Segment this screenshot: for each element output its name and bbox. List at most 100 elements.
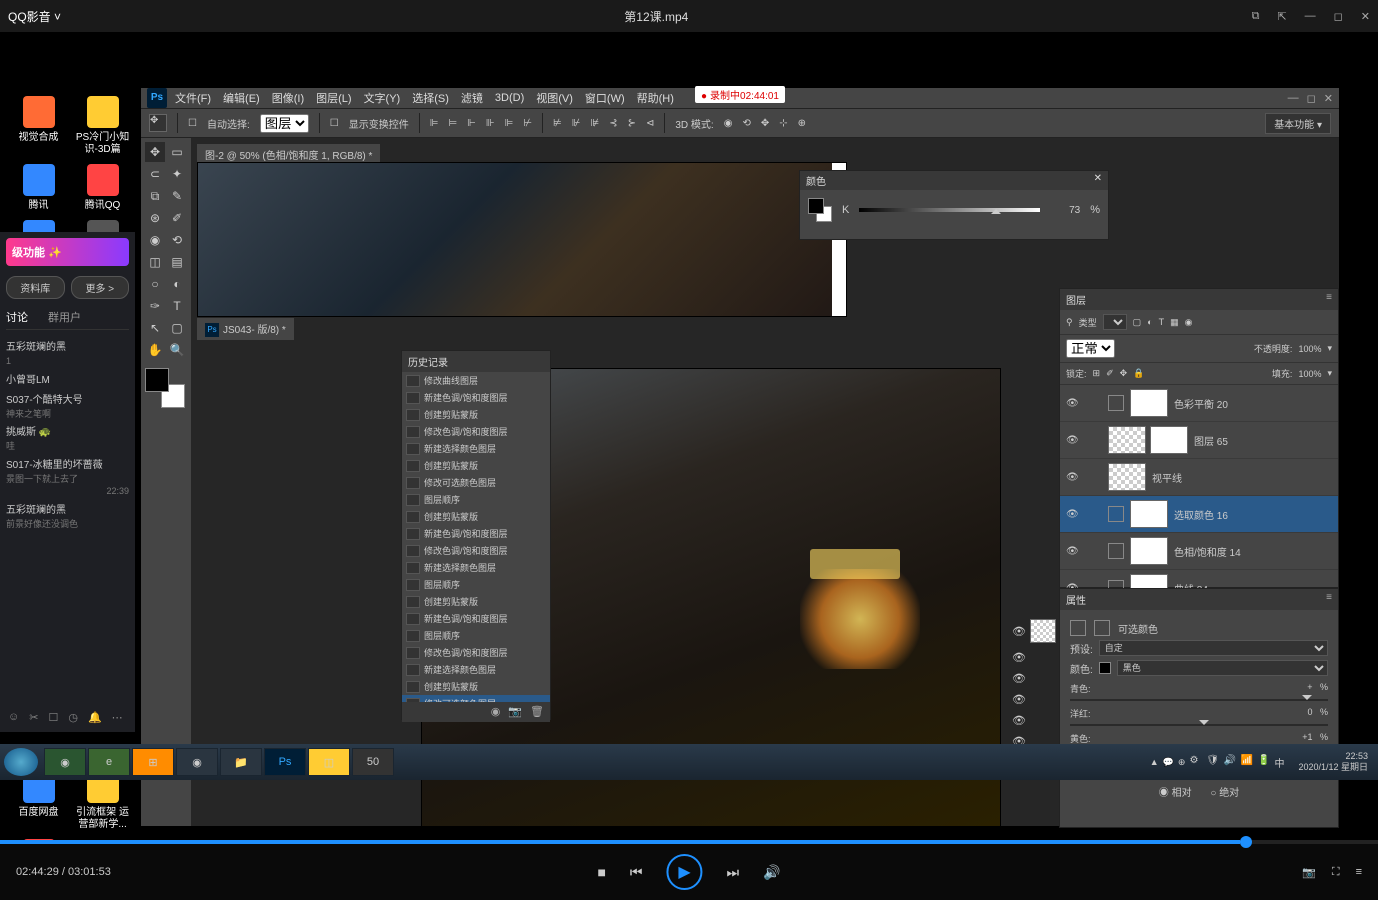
chat-item[interactable]: 五彩斑斓的黑前景好像还没调色: [6, 501, 129, 534]
color-swatches[interactable]: [145, 368, 185, 408]
menu-select[interactable]: 选择(S): [412, 90, 449, 106]
more-icon[interactable]: ⋯: [112, 711, 123, 724]
visibility-icon[interactable]: 👁: [1012, 693, 1026, 706]
path-tool[interactable]: ↖: [145, 318, 165, 338]
menu-help[interactable]: 帮助(H): [637, 90, 674, 106]
stop-button[interactable]: ■: [597, 864, 605, 880]
layers-panel-menu-icon[interactable]: ≡: [1326, 292, 1332, 307]
property-slider[interactable]: 青色:+ %: [1070, 682, 1328, 701]
taskbar-clock[interactable]: 22:53 2020/1/12 星期日: [1292, 751, 1374, 773]
blend-mode-dropdown[interactable]: 正常: [1066, 339, 1115, 358]
blur-tool[interactable]: ○: [145, 274, 165, 294]
taskbar-app[interactable]: e: [88, 748, 130, 776]
lock-icon[interactable]: 🔒: [1133, 368, 1144, 379]
desktop-icon[interactable]: 视觉合成: [11, 96, 66, 144]
3d-icon[interactable]: ✥: [761, 118, 769, 129]
chat-item[interactable]: 五彩斑斓的黑1: [6, 338, 129, 371]
taskbar-app[interactable]: ◉: [44, 748, 86, 776]
next-button[interactable]: ⏭: [727, 864, 740, 881]
history-item[interactable]: 修改曲线图层: [402, 372, 550, 389]
menu-file[interactable]: 文件(F): [175, 90, 211, 106]
dodge-tool[interactable]: ◐: [167, 274, 187, 294]
filter-icon[interactable]: ▢: [1133, 317, 1142, 328]
history-item[interactable]: 修改色调/饱和度图层: [402, 542, 550, 559]
menu-3d[interactable]: 3D(D): [495, 92, 524, 104]
lock-icon[interactable]: ⊞: [1093, 368, 1101, 379]
desktop-icon[interactable]: 腾讯: [11, 164, 66, 212]
lock-icon[interactable]: ✐: [1106, 368, 1114, 379]
history-item[interactable]: 创建剪贴蒙版: [402, 678, 550, 695]
history-item[interactable]: 修改可选颜色图层: [402, 695, 550, 702]
menu-image[interactable]: 图像(I): [272, 90, 304, 106]
tab-members[interactable]: 群用户: [48, 309, 81, 325]
menu-type[interactable]: 文字(Y): [364, 90, 401, 106]
layer-row[interactable]: 👁选取颜色 16: [1060, 496, 1338, 533]
ps-close-icon[interactable]: ✕: [1324, 92, 1333, 105]
heal-tool[interactable]: ⊛: [145, 208, 165, 228]
visibility-icon[interactable]: 👁: [1066, 509, 1080, 520]
menu-edit[interactable]: 编辑(E): [223, 90, 260, 106]
history-item[interactable]: 创建剪贴蒙版: [402, 593, 550, 610]
visibility-icon[interactable]: 👁: [1066, 546, 1080, 557]
taskbar-app[interactable]: ◉: [176, 748, 218, 776]
color-swatch[interactable]: [808, 198, 832, 222]
move-tool[interactable]: ✥: [145, 142, 165, 162]
visibility-icon[interactable]: 👁: [1012, 625, 1026, 638]
chat-item[interactable]: S037-个酷特大号神来之笔啊: [6, 391, 129, 424]
move-tool-icon[interactable]: ✥: [149, 114, 167, 132]
pen-tool[interactable]: ✑: [145, 296, 165, 316]
distribute-icon[interactable]: ⊰: [609, 118, 617, 129]
more-button[interactable]: 更多 >: [71, 276, 130, 299]
visibility-icon[interactable]: 👁: [1012, 714, 1026, 727]
history-item[interactable]: 新建色调/饱和度图层: [402, 610, 550, 627]
crop-tool[interactable]: ⧉: [145, 186, 165, 206]
side-banner[interactable]: 级功能 ✨: [6, 238, 129, 266]
calendar-icon[interactable]: ☐: [48, 711, 58, 724]
minimize-icon[interactable]: —: [1305, 10, 1316, 23]
pin-icon[interactable]: ⇱: [1277, 10, 1286, 23]
align-icon[interactable]: ⊬: [523, 118, 532, 129]
tray-icon[interactable]: 中: [1274, 755, 1288, 769]
history-item[interactable]: 图层顺序: [402, 627, 550, 644]
k-slider[interactable]: [859, 208, 1040, 212]
maximize-icon[interactable]: ◻: [1334, 10, 1343, 23]
prev-button[interactable]: ⏮: [630, 864, 643, 881]
ps-minimize-icon[interactable]: —: [1288, 92, 1299, 105]
menu-view[interactable]: 视图(V): [536, 90, 573, 106]
progress-bar[interactable]: [0, 840, 1378, 844]
property-slider[interactable]: 洋红:0 %: [1070, 707, 1328, 726]
color-panel-close-icon[interactable]: ✕: [1094, 173, 1102, 188]
auto-select-dropdown[interactable]: 图层: [260, 114, 309, 133]
visibility-icon[interactable]: 👁: [1066, 472, 1080, 483]
align-icon[interactable]: ⊨: [448, 118, 457, 129]
desktop-icon[interactable]: PS冷门小知识-3D篇: [75, 96, 130, 156]
history-snap-icon[interactable]: 📷: [508, 705, 522, 719]
tray-up-icon[interactable]: ▲: [1150, 757, 1159, 767]
marquee-tool[interactable]: ▭: [167, 142, 187, 162]
close-icon[interactable]: ✕: [1361, 10, 1370, 23]
distribute-icon[interactable]: ⊲: [646, 118, 654, 129]
absolute-radio[interactable]: ○ 绝对: [1210, 788, 1239, 799]
chat-item[interactable]: 挑威斯 🐢哇: [6, 423, 129, 456]
workspace-dropdown[interactable]: 基本功能 ▾: [1265, 113, 1331, 134]
document-tab-2[interactable]: PsJS043- 版/8) *: [197, 318, 294, 340]
emoji-icon[interactable]: ☺: [8, 711, 19, 724]
layer-row[interactable]: 👁视平线: [1060, 459, 1338, 496]
chat-item[interactable]: S017-冰糖里的坏蔷薇景图一下就上去了22:39: [6, 456, 129, 501]
canvas-image-1[interactable]: [197, 162, 847, 317]
taskbar-app-photoshop[interactable]: Ps: [264, 748, 306, 776]
taskbar-app[interactable]: ⊞: [132, 748, 174, 776]
history-item[interactable]: 新建选择颜色图层: [402, 661, 550, 678]
3d-icon[interactable]: ⟲: [742, 118, 750, 129]
visibility-icon[interactable]: 👁: [1066, 435, 1080, 446]
stamp-tool[interactable]: ◉: [145, 230, 165, 250]
layer-row[interactable]: 👁图层 65: [1060, 422, 1338, 459]
taskbar-app[interactable]: ◫: [308, 748, 350, 776]
tray-icon[interactable]: 🛡: [1206, 755, 1220, 769]
history-item[interactable]: 图层顺序: [402, 576, 550, 593]
desktop-icon[interactable]: 引流框架 运营部新学...: [75, 771, 130, 831]
layer-kind-dropdown[interactable]: [1103, 314, 1127, 330]
distribute-icon[interactable]: ⊭: [553, 118, 562, 129]
zoom-tool[interactable]: 🔍: [167, 340, 187, 360]
properties-panel-menu-icon[interactable]: ≡: [1326, 592, 1332, 607]
